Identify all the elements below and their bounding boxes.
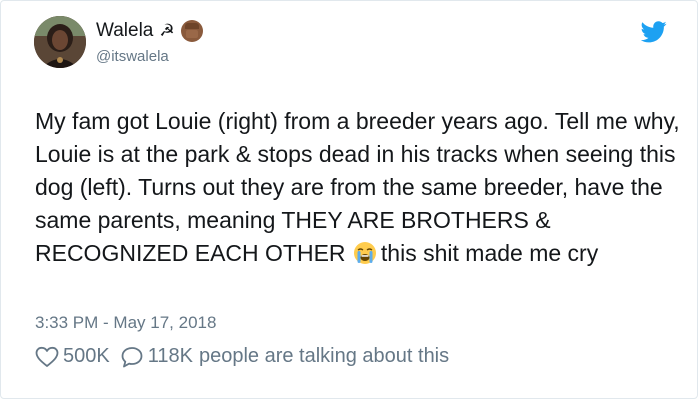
tweet-actions: 500K 118K people are talking about this — [35, 345, 459, 368]
like-count: 500K — [63, 345, 110, 367]
display-name-row: Walela ☭ — [96, 20, 203, 42]
hammer-sickle-icon: ☭ — [159, 21, 175, 40]
avatar-image — [34, 16, 86, 68]
heart-icon — [35, 346, 59, 367]
loudly-crying-face-icon — [353, 241, 377, 265]
raised-fist-icon — [180, 20, 203, 42]
like-button[interactable]: 500K — [35, 345, 110, 368]
tweet-card: Walela ☭ @itswalela My fam got Louie (ri… — [0, 0, 698, 399]
tweet-text-end: this shit made me cry — [380, 240, 599, 266]
tweet-timestamp[interactable]: 3:33 PM - May 17, 2018 — [35, 313, 216, 333]
talking-label: people are talking about this — [198, 345, 450, 367]
reply-button[interactable]: 118K people are talking about this — [120, 345, 449, 368]
twitter-bird-icon[interactable] — [641, 21, 667, 43]
reply-count: 118K — [147, 345, 193, 367]
speech-bubble-icon — [121, 346, 143, 367]
tweet-text: My fam got Louie (right) from a breeder … — [35, 105, 685, 270]
display-name[interactable]: Walela — [96, 20, 153, 42]
user-handle[interactable]: @itswalela — [96, 48, 169, 65]
avatar[interactable] — [34, 16, 86, 68]
